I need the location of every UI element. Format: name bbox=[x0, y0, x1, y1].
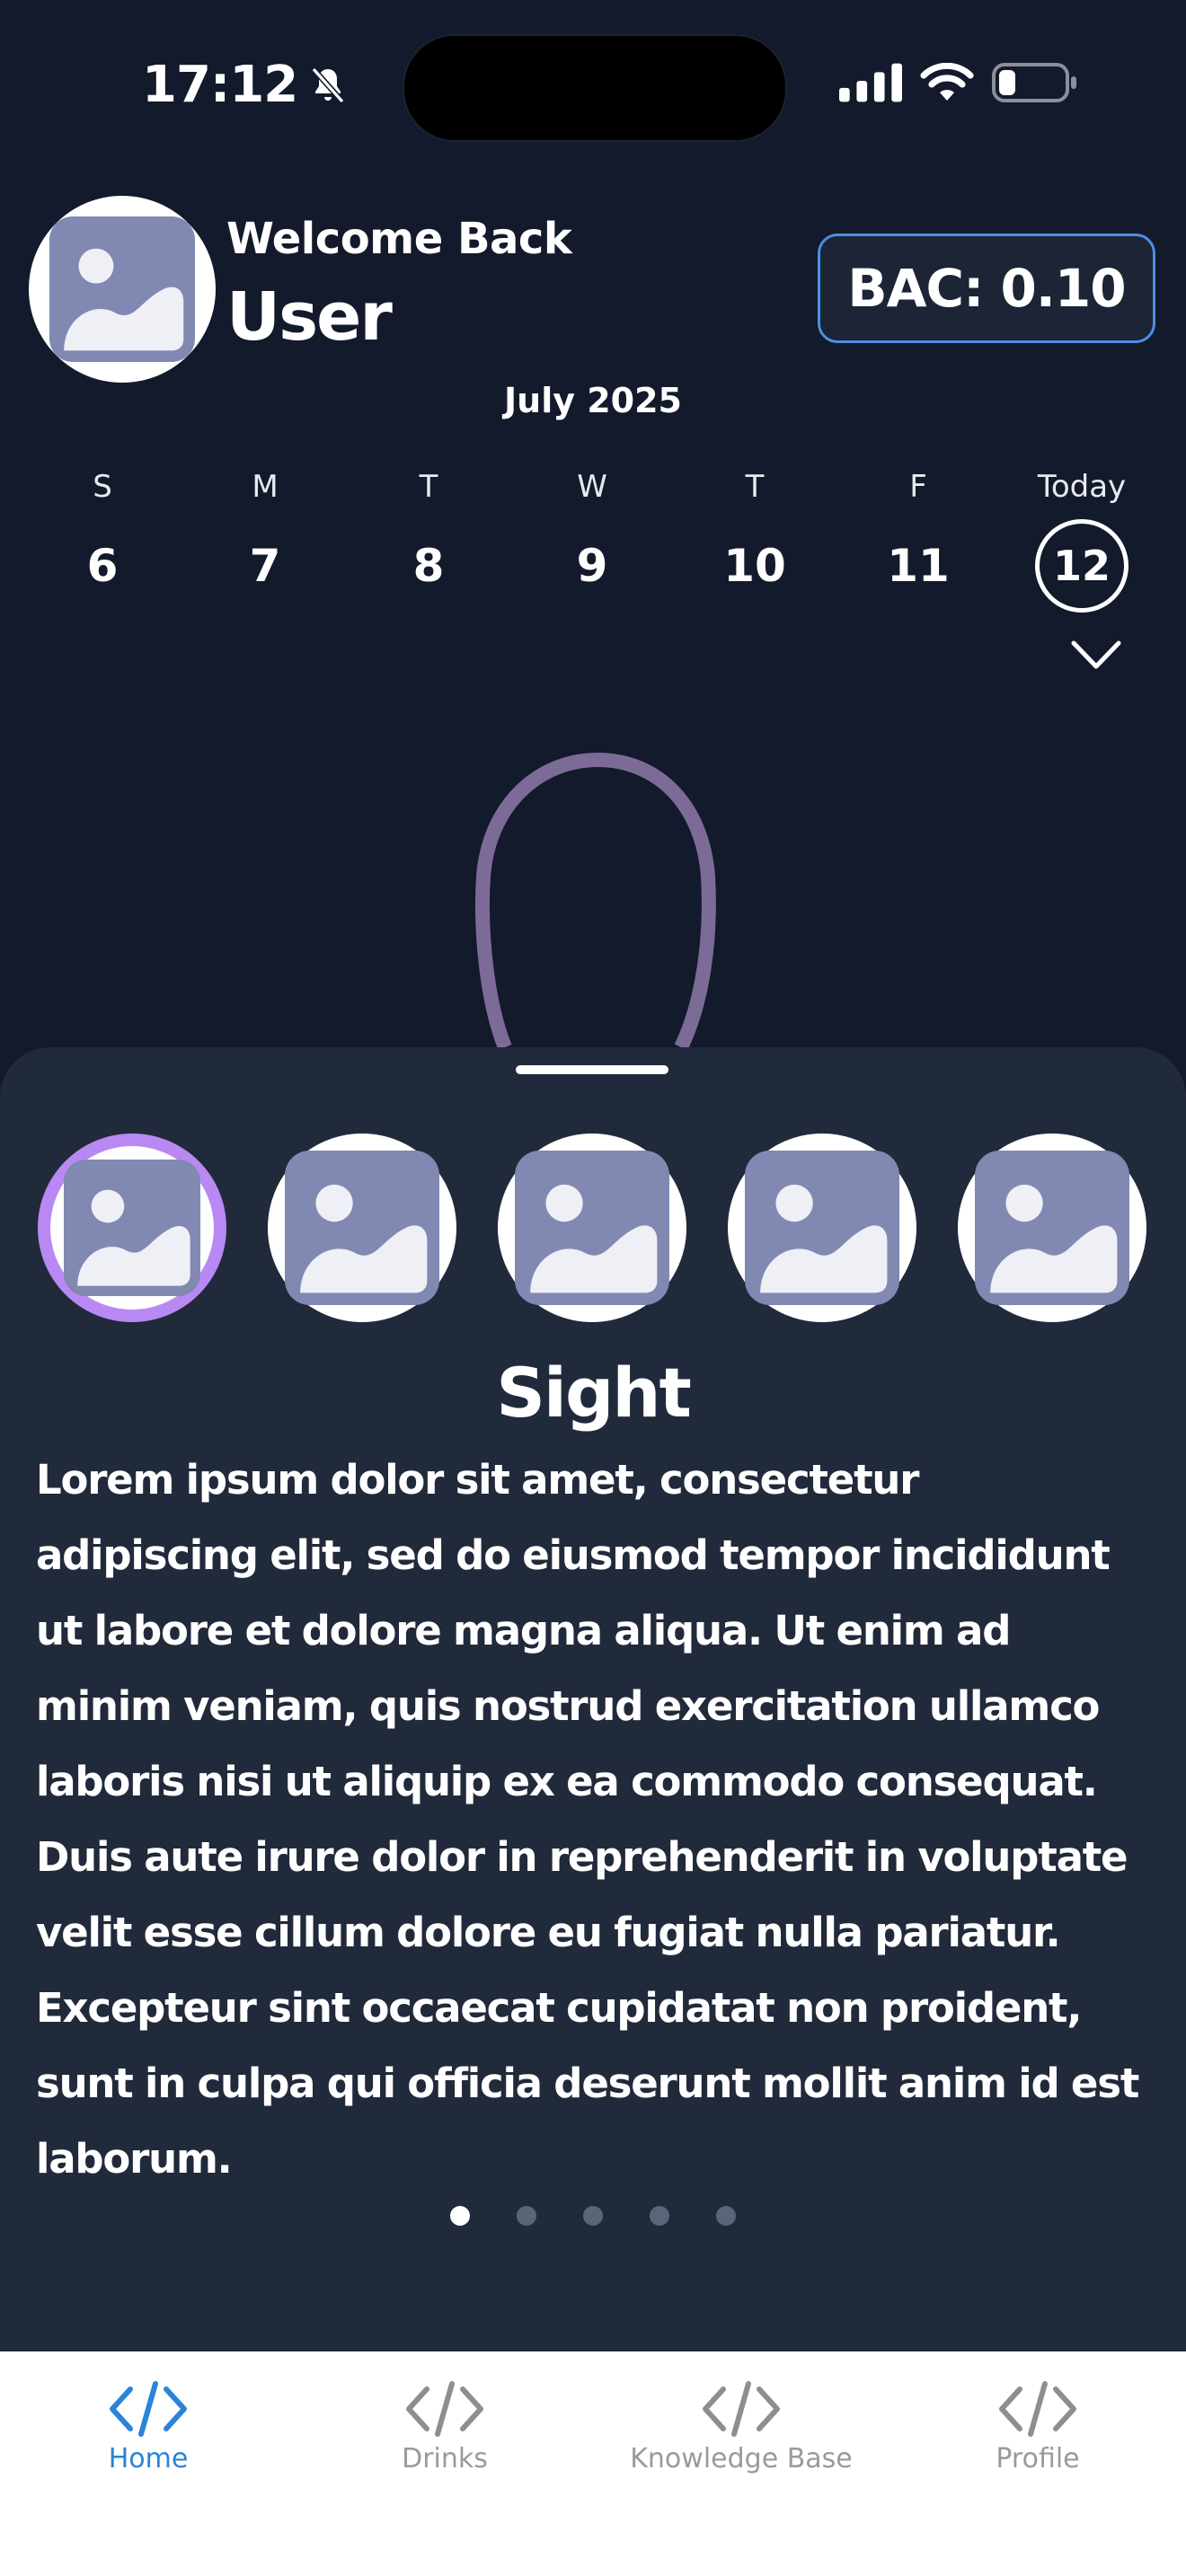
username: User bbox=[226, 278, 393, 356]
welcome-text: Welcome Back bbox=[226, 214, 572, 264]
tab-label: Knowledge Base bbox=[630, 2443, 853, 2475]
tab-knowledge-base[interactable]: Knowledge Base bbox=[593, 2378, 890, 2475]
day-label: M bbox=[252, 469, 279, 505]
sense-thumbnail[interactable] bbox=[38, 1134, 226, 1322]
page-dot[interactable] bbox=[517, 2206, 536, 2226]
page-dot[interactable] bbox=[716, 2206, 736, 2226]
image-placeholder-icon bbox=[63, 1159, 201, 1297]
code-icon bbox=[406, 2381, 483, 2437]
wifi-icon bbox=[920, 63, 974, 101]
sense-thumbnail[interactable] bbox=[728, 1134, 916, 1322]
calendar-day[interactable]: T 10 bbox=[692, 463, 818, 613]
image-placeholder-icon bbox=[974, 1150, 1130, 1306]
status-indicators bbox=[839, 63, 1078, 102]
calendar-week: S 6 M 7 T 8 W 9 T 10 F 11 Today 12 bbox=[0, 463, 1186, 616]
head-outline-figure bbox=[475, 752, 716, 1051]
tab-label: Drinks bbox=[402, 2443, 488, 2475]
sense-thumbnail[interactable] bbox=[498, 1134, 686, 1322]
code-icon bbox=[703, 2381, 780, 2437]
day-label: Today bbox=[1037, 469, 1127, 505]
day-label: W bbox=[577, 469, 607, 505]
tab-drinks[interactable]: Drinks bbox=[296, 2378, 593, 2475]
sheet-handle[interactable] bbox=[516, 1065, 668, 1074]
calendar-day[interactable]: S 6 bbox=[40, 463, 165, 613]
page-dot[interactable] bbox=[650, 2206, 669, 2226]
battery-icon bbox=[992, 63, 1076, 102]
day-label: F bbox=[909, 469, 927, 505]
page-dot[interactable] bbox=[583, 2206, 603, 2226]
code-icon bbox=[999, 2381, 1076, 2437]
image-placeholder-icon bbox=[744, 1150, 900, 1306]
sense-thumbnail[interactable] bbox=[268, 1134, 456, 1322]
image-placeholder-icon bbox=[514, 1150, 670, 1306]
bac-badge[interactable]: BAC: 0.10 bbox=[818, 234, 1155, 343]
calendar-day[interactable]: F 11 bbox=[855, 463, 981, 613]
day-label: S bbox=[93, 469, 112, 505]
sense-title: Sight bbox=[496, 1353, 692, 1433]
day-number: 7 bbox=[249, 540, 281, 592]
sense-carousel bbox=[0, 1134, 1186, 1326]
app-screen: 17:12 Welcome Back User BAC: 0.10 July 2… bbox=[0, 0, 1186, 2576]
calendar-day[interactable]: M 7 bbox=[202, 463, 328, 613]
tab-profile[interactable]: Profile bbox=[890, 2378, 1186, 2475]
tab-home[interactable]: Home bbox=[0, 2378, 296, 2475]
page-dot[interactable] bbox=[450, 2206, 470, 2226]
image-placeholder-icon bbox=[49, 216, 196, 363]
day-number: 9 bbox=[576, 540, 608, 592]
bell-slash-icon bbox=[311, 66, 345, 103]
day-number: 8 bbox=[412, 540, 445, 592]
day-number: 11 bbox=[887, 540, 950, 592]
image-placeholder-icon bbox=[284, 1150, 440, 1306]
calendar-day[interactable]: W 9 bbox=[529, 463, 655, 613]
bottom-sheet: Sight Lorem ipsum dolor sit amet, consec… bbox=[0, 1047, 1186, 2351]
chevron-down-icon[interactable] bbox=[1069, 634, 1123, 679]
sense-thumbnail[interactable] bbox=[958, 1134, 1146, 1322]
calendar-day-today[interactable]: Today 12 bbox=[1019, 463, 1145, 613]
sense-description: Lorem ipsum dolor sit amet, consectetur … bbox=[36, 1456, 1139, 2183]
day-number: 6 bbox=[86, 540, 119, 592]
dynamic-island bbox=[403, 34, 787, 142]
day-number: 10 bbox=[723, 540, 786, 592]
calendar-month: July 2025 bbox=[504, 381, 682, 420]
calendar-day[interactable]: T 8 bbox=[366, 463, 491, 613]
day-number: 12 bbox=[1035, 519, 1128, 613]
user-avatar[interactable] bbox=[29, 196, 216, 383]
page-indicator bbox=[0, 2206, 1186, 2226]
code-icon bbox=[110, 2381, 187, 2437]
day-label: T bbox=[419, 469, 438, 505]
cellular-signal-icon bbox=[839, 63, 902, 102]
tab-label: Profile bbox=[996, 2443, 1080, 2475]
tab-label: Home bbox=[108, 2443, 189, 2475]
tab-bar: Home Drinks Knowledge Base Profile bbox=[0, 2351, 1186, 2576]
status-time: 17:12 bbox=[142, 56, 350, 114]
status-time-text: 17:12 bbox=[142, 56, 298, 114]
day-label: T bbox=[745, 469, 765, 505]
